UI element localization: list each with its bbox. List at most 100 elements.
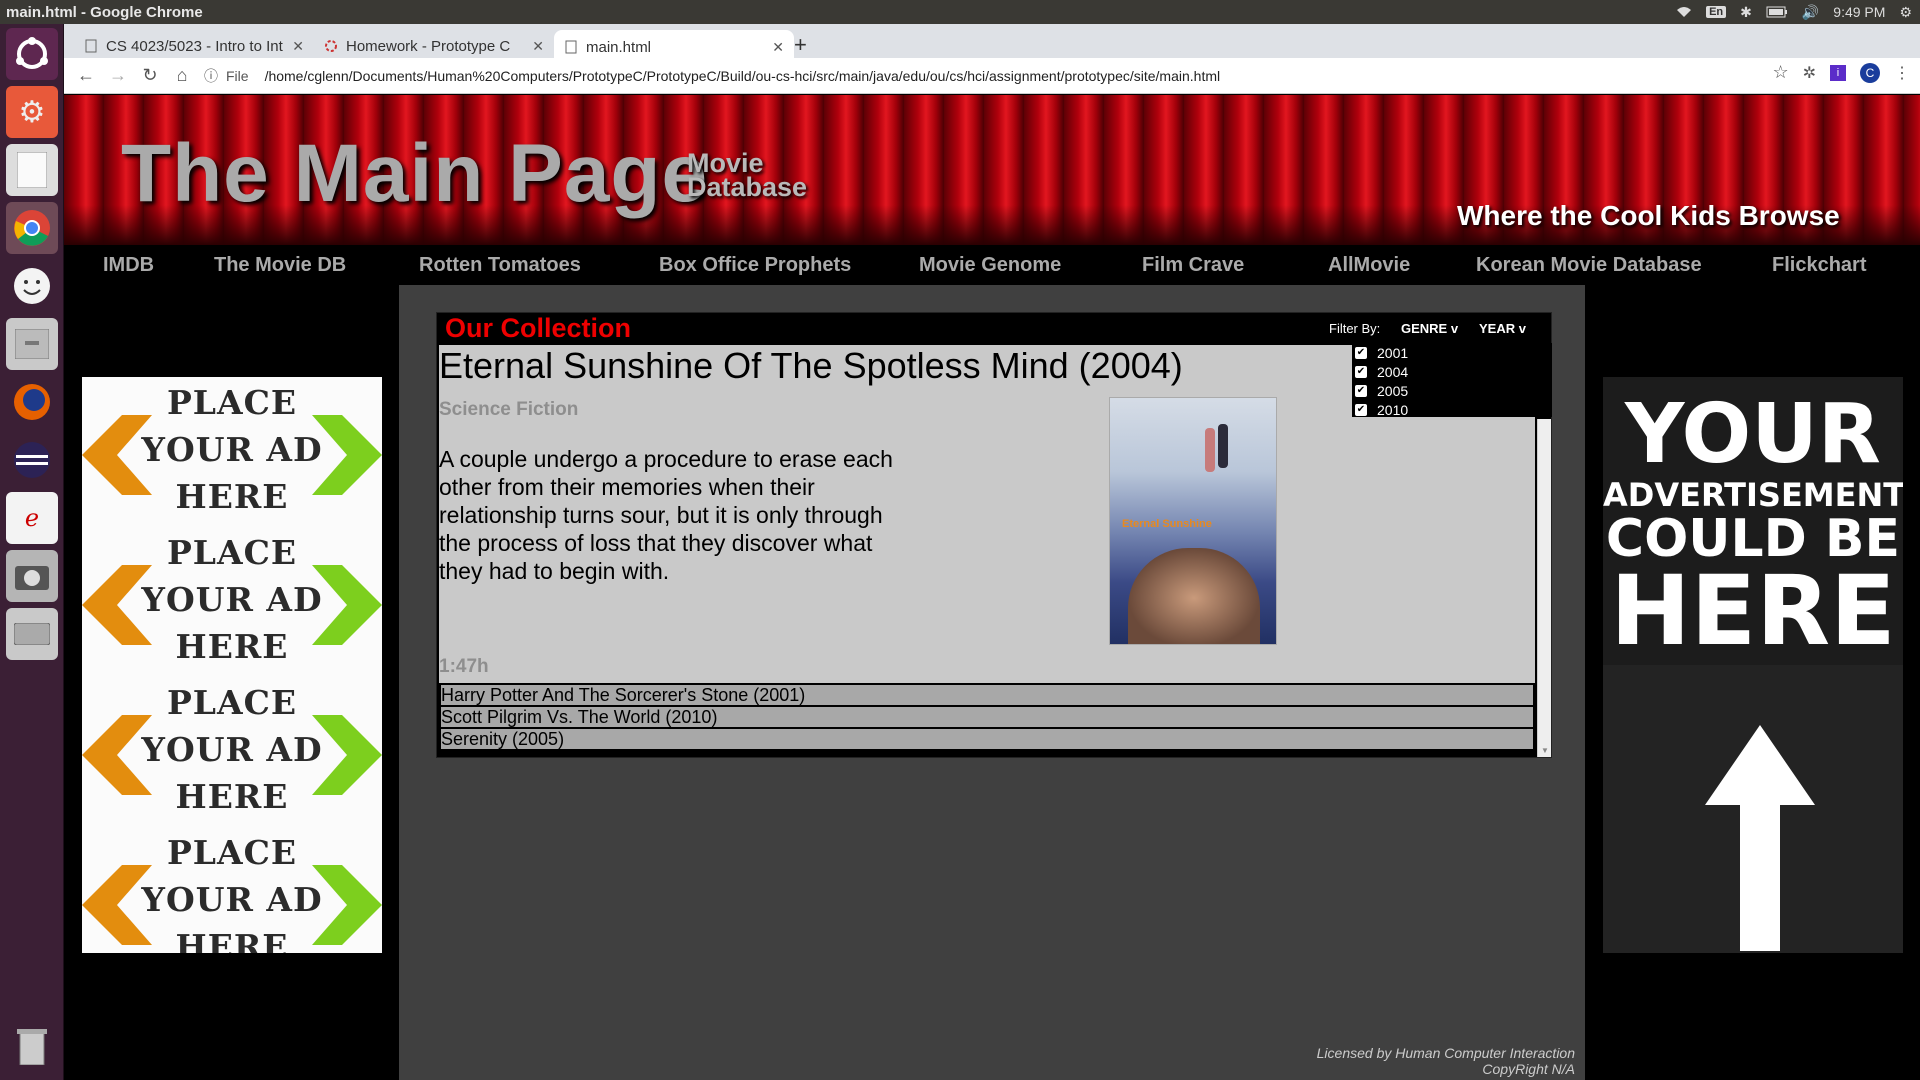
close-tab-icon[interactable]: ✕ bbox=[772, 39, 784, 56]
volume-icon[interactable]: 🔊 bbox=[1802, 4, 1819, 21]
browser-toolbar: ← → ↻ ⌂ ⓘ File /home/cglenn/Documents/Hu… bbox=[64, 58, 1920, 94]
disk-drive-icon[interactable] bbox=[6, 608, 58, 660]
ad-right-line4: HERE bbox=[1610, 555, 1896, 667]
unity-launcher: ⚙ ℯ bbox=[0, 24, 64, 1080]
chrome-icon[interactable] bbox=[6, 202, 58, 254]
menu-kebab-icon[interactable]: ⋮ bbox=[1894, 63, 1910, 83]
scroll-down-icon[interactable]: ▼ bbox=[1541, 746, 1549, 755]
ad-block: PLACE YOUR AD HERE bbox=[82, 377, 382, 527]
checkbox-checked-icon[interactable]: ✔ bbox=[1355, 365, 1367, 378]
ubuntu-dash-icon[interactable] bbox=[6, 28, 58, 80]
year-option-2001[interactable]: ✔ 2001 bbox=[1352, 343, 1552, 362]
close-tab-icon[interactable]: ✕ bbox=[292, 38, 304, 55]
tab-label: main.html bbox=[586, 38, 652, 56]
checkbox-checked-icon[interactable]: ✔ bbox=[1355, 346, 1367, 359]
right-advertisement[interactable]: YOUR ADVERTISEMENT COULD BE HERE bbox=[1603, 377, 1903, 953]
bookmark-star-icon[interactable]: ☆ bbox=[1772, 62, 1788, 83]
site-nav: IMDB The Movie DB Rotten Tomatoes Box Of… bbox=[64, 245, 1920, 285]
document-viewer-icon[interactable]: ℯ bbox=[6, 492, 58, 544]
movie-title: Eternal Sunshine Of The Spotless Mind (2… bbox=[439, 345, 1183, 386]
checkbox-checked-icon[interactable]: ✔ bbox=[1355, 384, 1367, 397]
window-title: main.html - Google Chrome bbox=[6, 3, 203, 21]
os-top-bar: main.html - Google Chrome En ✱ 🔊 9:49 PM… bbox=[0, 0, 1920, 24]
left-advertisement[interactable]: PLACE YOUR AD HERE PLACE YOUR AD HERE PLACE Y… bbox=[82, 377, 382, 953]
back-arrow-icon[interactable]: ← bbox=[70, 65, 102, 86]
close-tab-icon[interactable]: ✕ bbox=[532, 38, 544, 55]
ad-text: PLACE YOUR AD HERE bbox=[141, 683, 323, 816]
ad-block: PLACE YOUR AD HERE bbox=[82, 827, 382, 953]
ad-text: PLACE YOUR AD HERE bbox=[141, 833, 323, 953]
camera-icon[interactable] bbox=[6, 550, 58, 602]
url-text[interactable]: /home/cglenn/Documents/Human%20Computers… bbox=[265, 68, 1221, 84]
nav-link-movie-genome[interactable]: Movie Genome bbox=[919, 254, 1061, 277]
ad-text: PLACE YOUR AD HERE bbox=[141, 383, 323, 516]
movie-list-item[interactable]: Serenity (2005) bbox=[439, 727, 1535, 751]
keyboard-layout[interactable]: En bbox=[1706, 6, 1727, 18]
movie-list-item[interactable]: Harry Potter And The Sorcerer's Stone (2… bbox=[439, 683, 1535, 707]
site-subtitle-line2: Database bbox=[687, 172, 808, 202]
trash-icon[interactable] bbox=[6, 1020, 58, 1072]
clock[interactable]: 9:49 PM bbox=[1833, 4, 1885, 20]
nav-link-the-movie-db[interactable]: The Movie DB bbox=[214, 254, 346, 277]
movie-genre: Science Fiction bbox=[439, 399, 579, 420]
site-title: The Main Page bbox=[121, 128, 709, 219]
checkbox-checked-icon[interactable]: ✔ bbox=[1355, 403, 1367, 416]
profile-avatar[interactable]: C bbox=[1860, 62, 1880, 83]
bluetooth-icon[interactable]: ✱ bbox=[1740, 4, 1752, 21]
home-icon[interactable]: ⌂ bbox=[166, 65, 198, 86]
year-filter-button[interactable]: YEAR v bbox=[1479, 321, 1526, 336]
wifi-icon[interactable] bbox=[1676, 6, 1692, 18]
extension-info-icon[interactable]: i bbox=[1830, 64, 1846, 81]
nav-link-rotten-tomatoes[interactable]: Rotten Tomatoes bbox=[419, 254, 581, 277]
filter-label: Filter By: bbox=[1329, 321, 1381, 336]
movie-list: Harry Potter And The Sorcerer's Stone (2… bbox=[439, 683, 1535, 751]
battery-icon[interactable] bbox=[1766, 6, 1788, 18]
year-option-2004[interactable]: ✔ 2004 bbox=[1352, 362, 1552, 381]
file-cabinet-icon[interactable] bbox=[6, 318, 58, 370]
year-option-2010[interactable]: ✔ 2010 bbox=[1352, 400, 1552, 419]
ad-right-line2: ADVERTISEMENT bbox=[1603, 476, 1903, 514]
year-filter-dropdown: ✔ 2001 ✔ 2004 ✔ 2005 ✔ 2010 bbox=[1352, 343, 1552, 419]
collection-scrollbar[interactable]: ▼ bbox=[1537, 419, 1551, 757]
tab-label: CS 4023/5023 - Intro to Int bbox=[106, 37, 283, 55]
movie-list-item[interactable]: Scott Pilgrim Vs. The World (2010) bbox=[439, 705, 1535, 729]
eclipse-icon[interactable] bbox=[6, 434, 58, 486]
genre-filter-button[interactable]: GENRE v bbox=[1401, 321, 1458, 336]
movie-description: A couple undergo a procedure to erase ea… bbox=[439, 446, 893, 584]
document-icon bbox=[85, 39, 97, 53]
address-bar[interactable]: ⓘ File /home/cglenn/Documents/Human%20Co… bbox=[204, 60, 1824, 92]
scheme-label: File bbox=[226, 68, 249, 84]
nav-link-korean-movie-database[interactable]: Korean Movie Database bbox=[1476, 254, 1702, 277]
nav-link-imdb[interactable]: IMDB bbox=[103, 254, 154, 277]
info-icon[interactable]: ⓘ bbox=[204, 66, 218, 86]
toolbar-actions: ☆ ✲ i C ⋮ bbox=[1772, 62, 1910, 83]
empathy-smiley-icon[interactable] bbox=[6, 260, 58, 312]
poster-figure bbox=[1218, 424, 1228, 468]
nav-link-box-office-prophets[interactable]: Box Office Prophets bbox=[659, 254, 851, 277]
up-arrow-icon bbox=[1705, 725, 1815, 951]
new-tab-plus-icon[interactable]: + bbox=[794, 32, 807, 58]
collection-header: Our Collection Filter By: GENRE v YEAR v bbox=[437, 313, 1551, 343]
forward-arrow-icon[interactable]: → bbox=[102, 65, 134, 86]
nav-link-allmovie[interactable]: AllMovie bbox=[1328, 254, 1410, 277]
footer-license: Licensed by Human Computer Interaction bbox=[1316, 1045, 1575, 1061]
year-option-2005[interactable]: ✔ 2005 bbox=[1352, 381, 1552, 400]
nav-link-film-crave[interactable]: Film Crave bbox=[1142, 254, 1244, 277]
extension-puzzle-icon[interactable]: ✲ bbox=[1803, 63, 1816, 83]
text-editor-icon[interactable] bbox=[6, 144, 58, 196]
system-settings-icon[interactable]: ⚙ bbox=[6, 86, 58, 138]
page-footer: Licensed by Human Computer Interaction C… bbox=[1317, 1045, 1575, 1077]
reload-icon[interactable]: ↻ bbox=[134, 65, 166, 86]
movie-runtime: 1:47h bbox=[439, 656, 489, 677]
tab-label: Homework - Prototype C bbox=[346, 37, 511, 55]
nav-link-flickchart[interactable]: Flickchart bbox=[1772, 254, 1866, 277]
curtain-banner: The Main Page Movie Database Where the C… bbox=[64, 95, 1920, 245]
site-tagline: Where the Cool Kids Browse bbox=[1457, 200, 1840, 231]
firefox-icon[interactable] bbox=[6, 376, 58, 428]
settings-gear-icon[interactable]: ⚙ bbox=[1899, 4, 1912, 21]
system-tray: En ✱ 🔊 9:49 PM ⚙ bbox=[1676, 0, 1912, 24]
ad-block: PLACE YOUR AD HERE bbox=[82, 677, 382, 827]
movie-poster: Eternal Sunshine bbox=[1109, 397, 1277, 645]
collection-heading: Our Collection bbox=[445, 313, 632, 343]
ad-text: PLACE YOUR AD HERE bbox=[141, 533, 323, 666]
